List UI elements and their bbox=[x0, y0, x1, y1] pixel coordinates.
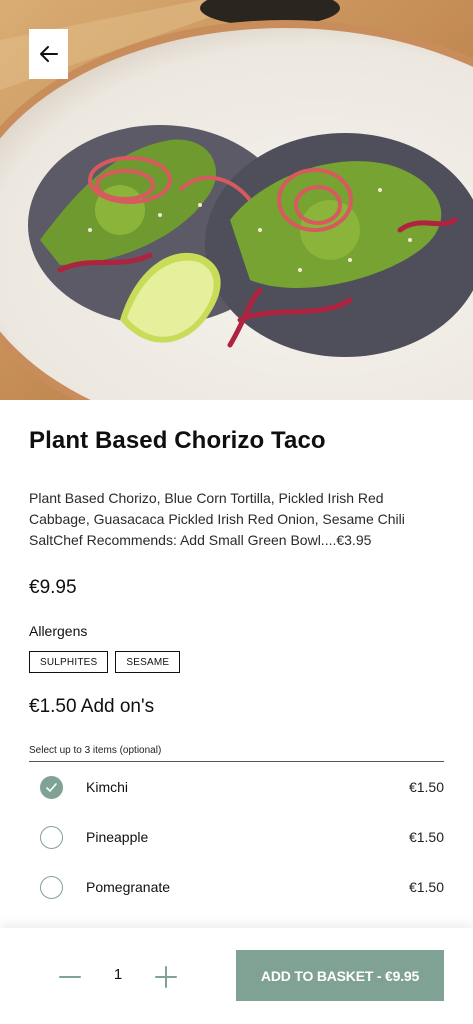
addon-name: Pomegranate bbox=[86, 879, 171, 895]
addon-price: €1.50 bbox=[408, 829, 444, 845]
plus-icon bbox=[155, 966, 177, 988]
check-icon bbox=[46, 782, 57, 792]
food-photo bbox=[0, 0, 473, 400]
addon-option-pineapple[interactable]: Pineapple €1.50 bbox=[29, 817, 444, 857]
addon-radio[interactable] bbox=[40, 825, 63, 849]
product-price: €9.95 bbox=[29, 577, 77, 598]
addons-hint: Select up to 3 items (optional) bbox=[29, 745, 162, 756]
product-image bbox=[0, 0, 473, 400]
arrow-left-icon bbox=[39, 46, 58, 62]
addons-divider bbox=[29, 761, 444, 762]
add-to-basket-button[interactable]: ADD TO BASKET - €9.95 bbox=[236, 950, 444, 1001]
addon-radio[interactable] bbox=[40, 875, 63, 899]
addon-name: Pineapple bbox=[86, 829, 149, 845]
basket-footer: 1 ADD TO BASKET - €9.95 bbox=[0, 928, 473, 1024]
back-button[interactable] bbox=[29, 29, 68, 79]
quantity-increase-button[interactable] bbox=[153, 964, 179, 990]
addon-price: €1.50 bbox=[408, 779, 444, 795]
allergens-label: Allergens bbox=[29, 623, 88, 639]
product-description: Plant Based Chorizo, Blue Corn Tortilla,… bbox=[29, 490, 405, 548]
addon-radio-checked[interactable] bbox=[40, 775, 63, 799]
addon-price: €1.50 bbox=[408, 879, 444, 895]
addons-heading: €1.50 Add on's bbox=[29, 696, 155, 717]
addon-option-kimchi[interactable]: Kimchi €1.50 bbox=[29, 767, 444, 807]
allergen-tag: SULPHITES bbox=[29, 651, 109, 673]
addon-name: Kimchi bbox=[86, 779, 129, 795]
allergen-tag: SESAME bbox=[115, 651, 181, 673]
allergen-tags: SULPHITES SESAME bbox=[29, 651, 181, 673]
quantity-decrease-button[interactable] bbox=[57, 964, 83, 990]
addon-option-pomegranate[interactable]: Pomegranate €1.50 bbox=[29, 867, 444, 907]
quantity-value: 1 bbox=[113, 966, 123, 983]
minus-icon bbox=[59, 976, 81, 978]
product-title: Plant Based Chorizo Taco bbox=[29, 427, 326, 454]
